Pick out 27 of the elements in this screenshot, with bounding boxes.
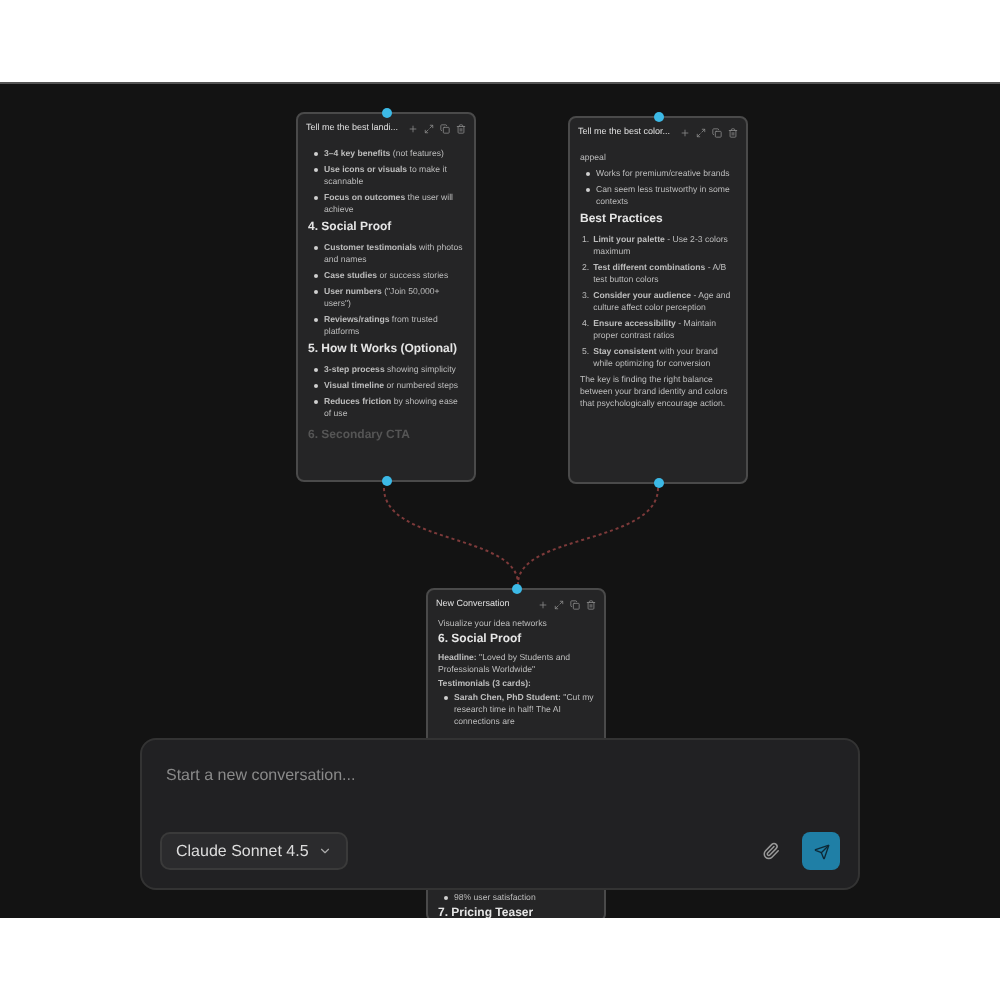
trash-icon[interactable] — [586, 599, 596, 610]
expand-icon[interactable] — [554, 599, 564, 610]
add-icon[interactable] — [408, 123, 418, 134]
handle[interactable] — [654, 112, 664, 122]
trash-icon[interactable] — [456, 123, 466, 134]
expand-icon[interactable] — [696, 127, 706, 138]
connector-line — [517, 488, 659, 585]
copy-icon[interactable] — [570, 599, 580, 610]
model-selector[interactable]: Claude Sonnet 4.5 — [160, 832, 349, 870]
handle[interactable] — [382, 476, 392, 486]
connector-line — [383, 488, 519, 585]
send-button[interactable] — [802, 832, 840, 870]
send-icon — [813, 843, 829, 859]
handle[interactable] — [382, 108, 392, 118]
attach-icon[interactable] — [762, 842, 780, 860]
copy-icon[interactable] — [712, 127, 722, 138]
handle[interactable] — [512, 584, 522, 594]
message-field[interactable]: Start a new conversation... — [160, 764, 840, 788]
chat-node[interactable] — [568, 116, 748, 484]
handle[interactable] — [654, 478, 664, 488]
add-icon[interactable] — [538, 599, 548, 610]
chat-node[interactable] — [296, 112, 476, 482]
chevron-icon — [318, 844, 333, 858]
copy-icon[interactable] — [440, 123, 450, 134]
expand-icon[interactable] — [424, 123, 434, 134]
add-icon[interactable] — [680, 127, 690, 138]
trash-icon[interactable] — [728, 127, 738, 138]
